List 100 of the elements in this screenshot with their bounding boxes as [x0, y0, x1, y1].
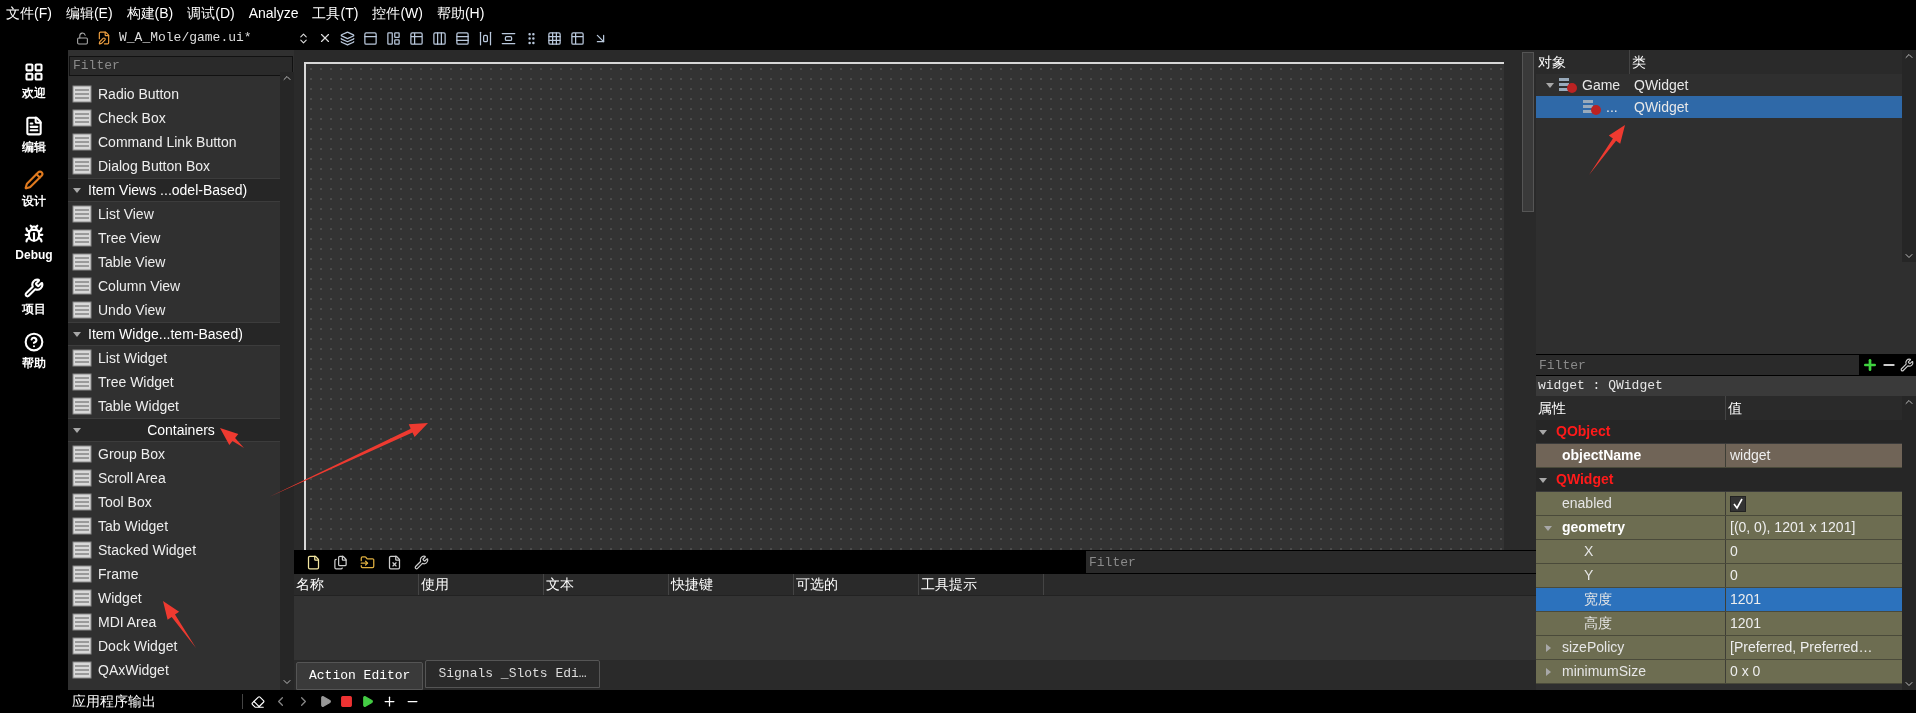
menu-item[interactable]: 调试(D): [187, 2, 235, 24]
tab[interactable]: Signals _Slots Edi…: [425, 660, 600, 688]
expanded-arrow-icon[interactable]: [1545, 80, 1555, 90]
column-header[interactable]: 名称: [294, 574, 419, 595]
mode-label[interactable]: Debug: [15, 246, 53, 264]
copy-icon[interactable]: [333, 554, 348, 570]
paste-icon[interactable]: [360, 554, 375, 570]
new-file-icon[interactable]: [306, 554, 321, 570]
help-icon[interactable]: [24, 332, 44, 352]
property-row[interactable]: 高度 1201: [1536, 612, 1902, 636]
unlock-icon[interactable]: [76, 31, 89, 45]
category-header[interactable]: Containers: [68, 418, 280, 442]
widget-item[interactable]: Scroll Area: [68, 466, 280, 490]
widget-item[interactable]: List View: [68, 202, 280, 226]
object-row[interactable]: Game QWidget: [1536, 74, 1902, 96]
add-icon[interactable]: [382, 694, 397, 709]
menu-item[interactable]: 控件(W): [372, 2, 423, 24]
property-row[interactable]: geometry [(0, 0), 1201 x 1201]: [1536, 516, 1902, 540]
column-header[interactable]: 文本: [544, 574, 669, 595]
widget-item[interactable]: Check Box: [68, 106, 280, 130]
widget-item[interactable]: Tree View: [68, 226, 280, 250]
tab[interactable]: Action Editor: [296, 662, 424, 690]
mode-label[interactable]: 编辑: [22, 138, 46, 156]
expanded-arrow-icon[interactable]: [72, 329, 82, 339]
widget-item[interactable]: Tree Widget: [68, 370, 280, 394]
mode-label[interactable]: 项目: [22, 300, 46, 318]
menu-item[interactable]: 编辑(E): [65, 2, 113, 24]
widget-item[interactable]: Frame: [68, 562, 280, 586]
column-header[interactable]: 值: [1726, 396, 1744, 420]
scrollbar[interactable]: [280, 72, 294, 690]
wrench-icon[interactable]: [414, 554, 429, 570]
expanded-arrow-icon[interactable]: [72, 185, 82, 195]
mode-label[interactable]: 帮助: [22, 354, 46, 372]
column-header[interactable]: 快捷键: [669, 574, 794, 595]
property-row[interactable]: minimumSize 0 x 0: [1536, 660, 1902, 684]
play-icon[interactable]: [319, 695, 332, 708]
filter-field[interactable]: Filter: [1536, 355, 1859, 375]
checkbox[interactable]: [1730, 495, 1746, 512]
output-pane-label[interactable]: 应用程序输出: [72, 691, 242, 712]
property-row[interactable]: 宽度 1201: [1536, 588, 1902, 612]
widget-item[interactable]: Widget: [68, 586, 280, 610]
widget-item[interactable]: Dialog Button Box: [68, 154, 280, 178]
object-row[interactable]: ... QWidget: [1536, 96, 1902, 118]
widget-item[interactable]: Radio Button: [68, 82, 280, 106]
widget-item[interactable]: Tab Widget: [68, 514, 280, 538]
close-icon[interactable]: [318, 31, 332, 45]
menu-item[interactable]: 帮助(H): [436, 2, 485, 24]
menu-item[interactable]: 文件(F): [6, 2, 52, 24]
menu-item[interactable]: 工具(T): [312, 2, 359, 24]
widget-item[interactable]: Column View: [68, 274, 280, 298]
column-header[interactable]: 使用: [419, 574, 544, 595]
grid-icon[interactable]: [24, 62, 44, 82]
column-header[interactable]: 可选的: [794, 574, 919, 595]
run-icon[interactable]: [361, 695, 374, 708]
widget-icon: [72, 517, 92, 535]
filter-field[interactable]: Filter: [69, 55, 293, 76]
document-icon[interactable]: [24, 116, 44, 136]
widget-item[interactable]: Command Link Button: [68, 130, 280, 154]
widget-item[interactable]: Table Widget: [68, 394, 280, 418]
form-icon[interactable]: [570, 30, 585, 46]
scrollbar[interactable]: [1902, 50, 1916, 262]
grid-icon[interactable]: [547, 30, 562, 46]
property-row[interactable]: X 0: [1536, 540, 1902, 564]
mode-label[interactable]: 设计: [22, 192, 46, 210]
menu-item[interactable]: Analyze: [248, 2, 299, 24]
dropdown-icon[interactable]: [297, 31, 310, 45]
widget-item[interactable]: Undo View: [68, 298, 280, 322]
vertical-space-icon[interactable]: [501, 30, 516, 46]
widget-item[interactable]: MDI Area: [68, 610, 280, 634]
widget-item[interactable]: Tool Box: [68, 490, 280, 514]
widget-item[interactable]: Stacked Widget: [68, 538, 280, 562]
add-icon[interactable]: [1862, 357, 1878, 373]
filter-field[interactable]: Filter: [1086, 551, 1536, 573]
widget-item[interactable]: Group Box: [68, 442, 280, 466]
property-row[interactable]: enabled: [1536, 492, 1902, 516]
rows-icon[interactable]: [455, 30, 470, 46]
wrench-icon[interactable]: [1900, 358, 1914, 372]
bug-icon[interactable]: [24, 224, 44, 244]
property-row[interactable]: sizePolicy [Preferred, Preferred…: [1536, 636, 1902, 660]
menu-item[interactable]: 构建(B): [126, 2, 174, 24]
columns-icon[interactable]: [432, 30, 447, 46]
category-header[interactable]: Item Views ...odel-Based): [68, 178, 280, 202]
property-row[interactable]: Y 0: [1536, 564, 1902, 588]
property-row[interactable]: objectName widget: [1536, 444, 1902, 468]
column-header[interactable]: 对象: [1536, 50, 1630, 74]
scrollbar[interactable]: [1902, 396, 1916, 690]
column-header[interactable]: 工具提示: [919, 574, 1044, 595]
widget-item[interactable]: QAxWidget: [68, 658, 280, 682]
widget-item[interactable]: List Widget: [68, 346, 280, 370]
category-header[interactable]: Item Widge...tem-Based): [68, 322, 280, 346]
clear-icon[interactable]: [251, 694, 265, 709]
expanded-arrow-icon[interactable]: [72, 425, 82, 435]
widget-item[interactable]: Table View: [68, 250, 280, 274]
delete-icon[interactable]: [387, 554, 402, 570]
pencil-icon[interactable]: [24, 170, 44, 190]
widget-item[interactable]: Dock Widget: [68, 634, 280, 658]
horizontal-space-icon[interactable]: [478, 30, 493, 46]
mode-label[interactable]: 欢迎: [22, 84, 46, 102]
column-header[interactable]: 类: [1630, 50, 1648, 74]
stop-icon[interactable]: [340, 695, 353, 708]
